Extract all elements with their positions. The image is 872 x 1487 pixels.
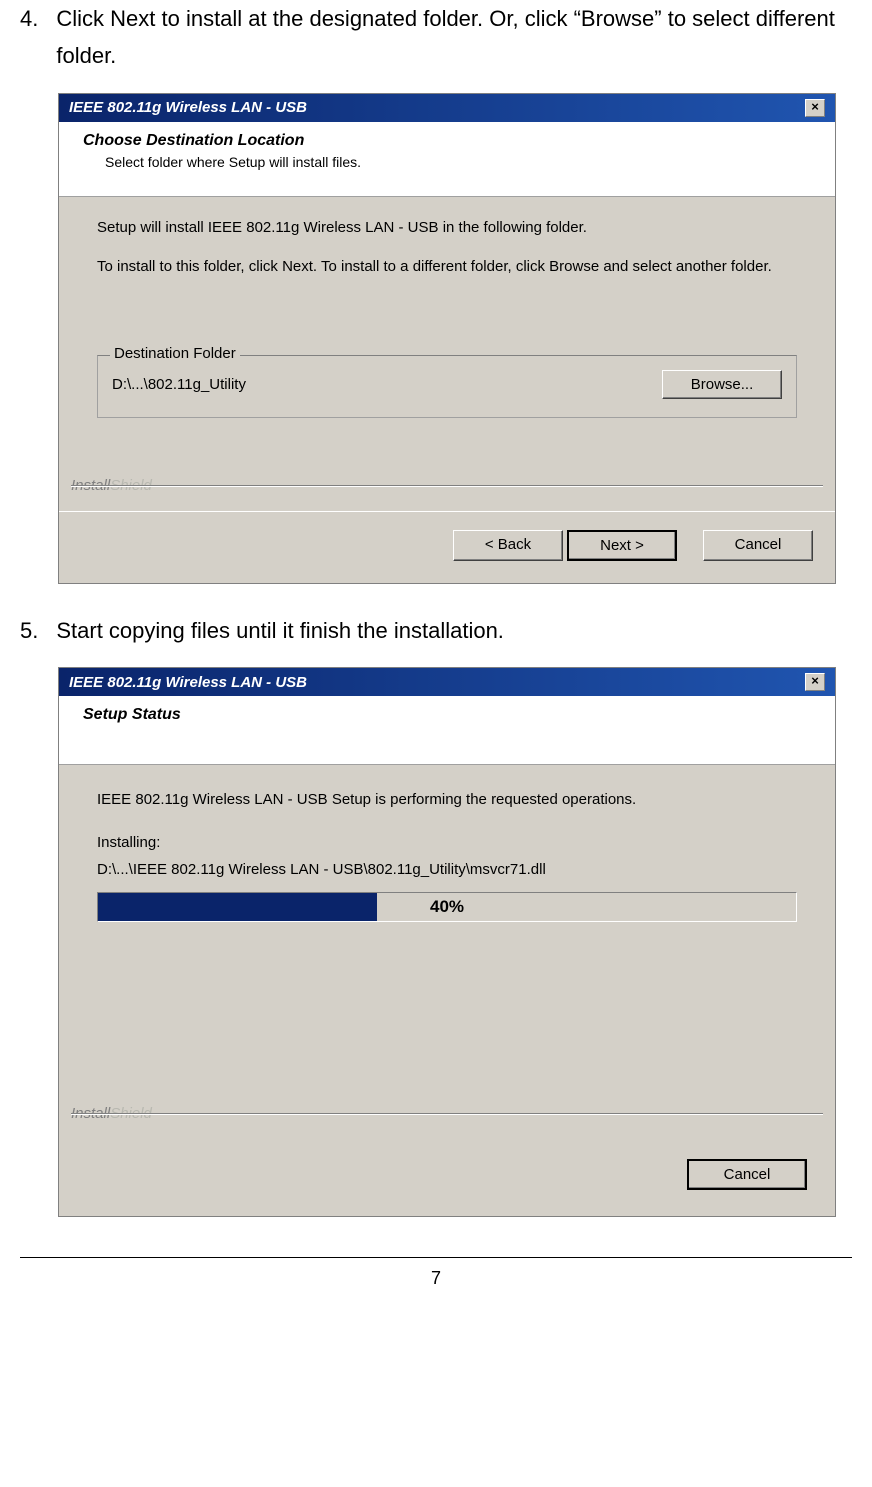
content-paragraph: Setup will install IEEE 802.11g Wireless… [97,219,797,236]
content-paragraph: To install to this folder, click Next. T… [97,258,797,275]
dialog-heading: Setup Status [83,706,817,724]
close-icon[interactable]: × [805,673,825,691]
dialog-titlebar[interactable]: IEEE 802.11g Wireless LAN - USB × [59,668,835,696]
dialog-header: Choose Destination Location Select folde… [59,122,835,197]
dialog-subheading: Select folder where Setup will install f… [83,154,817,170]
destination-folder-group: Destination Folder D:\...\802.11g_Utilit… [97,355,797,418]
instruction-step-4: 4. Click Next to install at the designat… [20,0,852,584]
dialog-title: IEEE 802.11g Wireless LAN - USB [69,674,307,691]
destination-path: D:\...\802.11g_Utility [112,376,246,393]
browse-button[interactable]: Browse... [662,370,782,399]
group-legend: Destination Folder [110,345,240,362]
dialog-content: IEEE 802.11g Wireless LAN - USB Setup is… [59,765,835,1125]
page-number: 7 [20,1268,852,1289]
progress-bar: 40% [97,892,797,922]
dialog-content: Setup will install IEEE 802.11g Wireless… [59,197,835,497]
cancel-button[interactable]: Cancel [687,1159,807,1190]
install-dialog-destination: IEEE 802.11g Wireless LAN - USB × Choose… [58,93,836,584]
dialog-footer: < Back Next > Cancel [59,511,835,583]
cancel-button[interactable]: Cancel [703,530,813,561]
instruction-step-5: 5. Start copying files until it finish t… [20,612,852,1217]
content-paragraph: IEEE 802.11g Wireless LAN - USB Setup is… [97,791,797,808]
dialog-footer: Cancel [59,1139,835,1216]
dialog-header: Setup Status [59,696,835,765]
install-dialog-progress: IEEE 802.11g Wireless LAN - USB × Setup … [58,667,836,1217]
next-button[interactable]: Next > [567,530,677,561]
dialog-titlebar[interactable]: IEEE 802.11g Wireless LAN - USB × [59,94,835,122]
installing-label: Installing: [97,834,797,851]
step-text: Click Next to install at the designated … [56,0,852,75]
step-number: 4. [20,0,38,75]
back-button[interactable]: < Back [453,530,563,561]
step-number: 5. [20,612,38,649]
dialog-title: IEEE 802.11g Wireless LAN - USB [69,99,307,116]
installing-path: D:\...\IEEE 802.11g Wireless LAN - USB\8… [97,861,797,878]
progress-percent: 40% [98,893,796,921]
step-text: Start copying files until it finish the … [56,612,852,649]
dialog-heading: Choose Destination Location [83,132,817,150]
page-divider [20,1257,852,1258]
close-icon[interactable]: × [805,99,825,117]
